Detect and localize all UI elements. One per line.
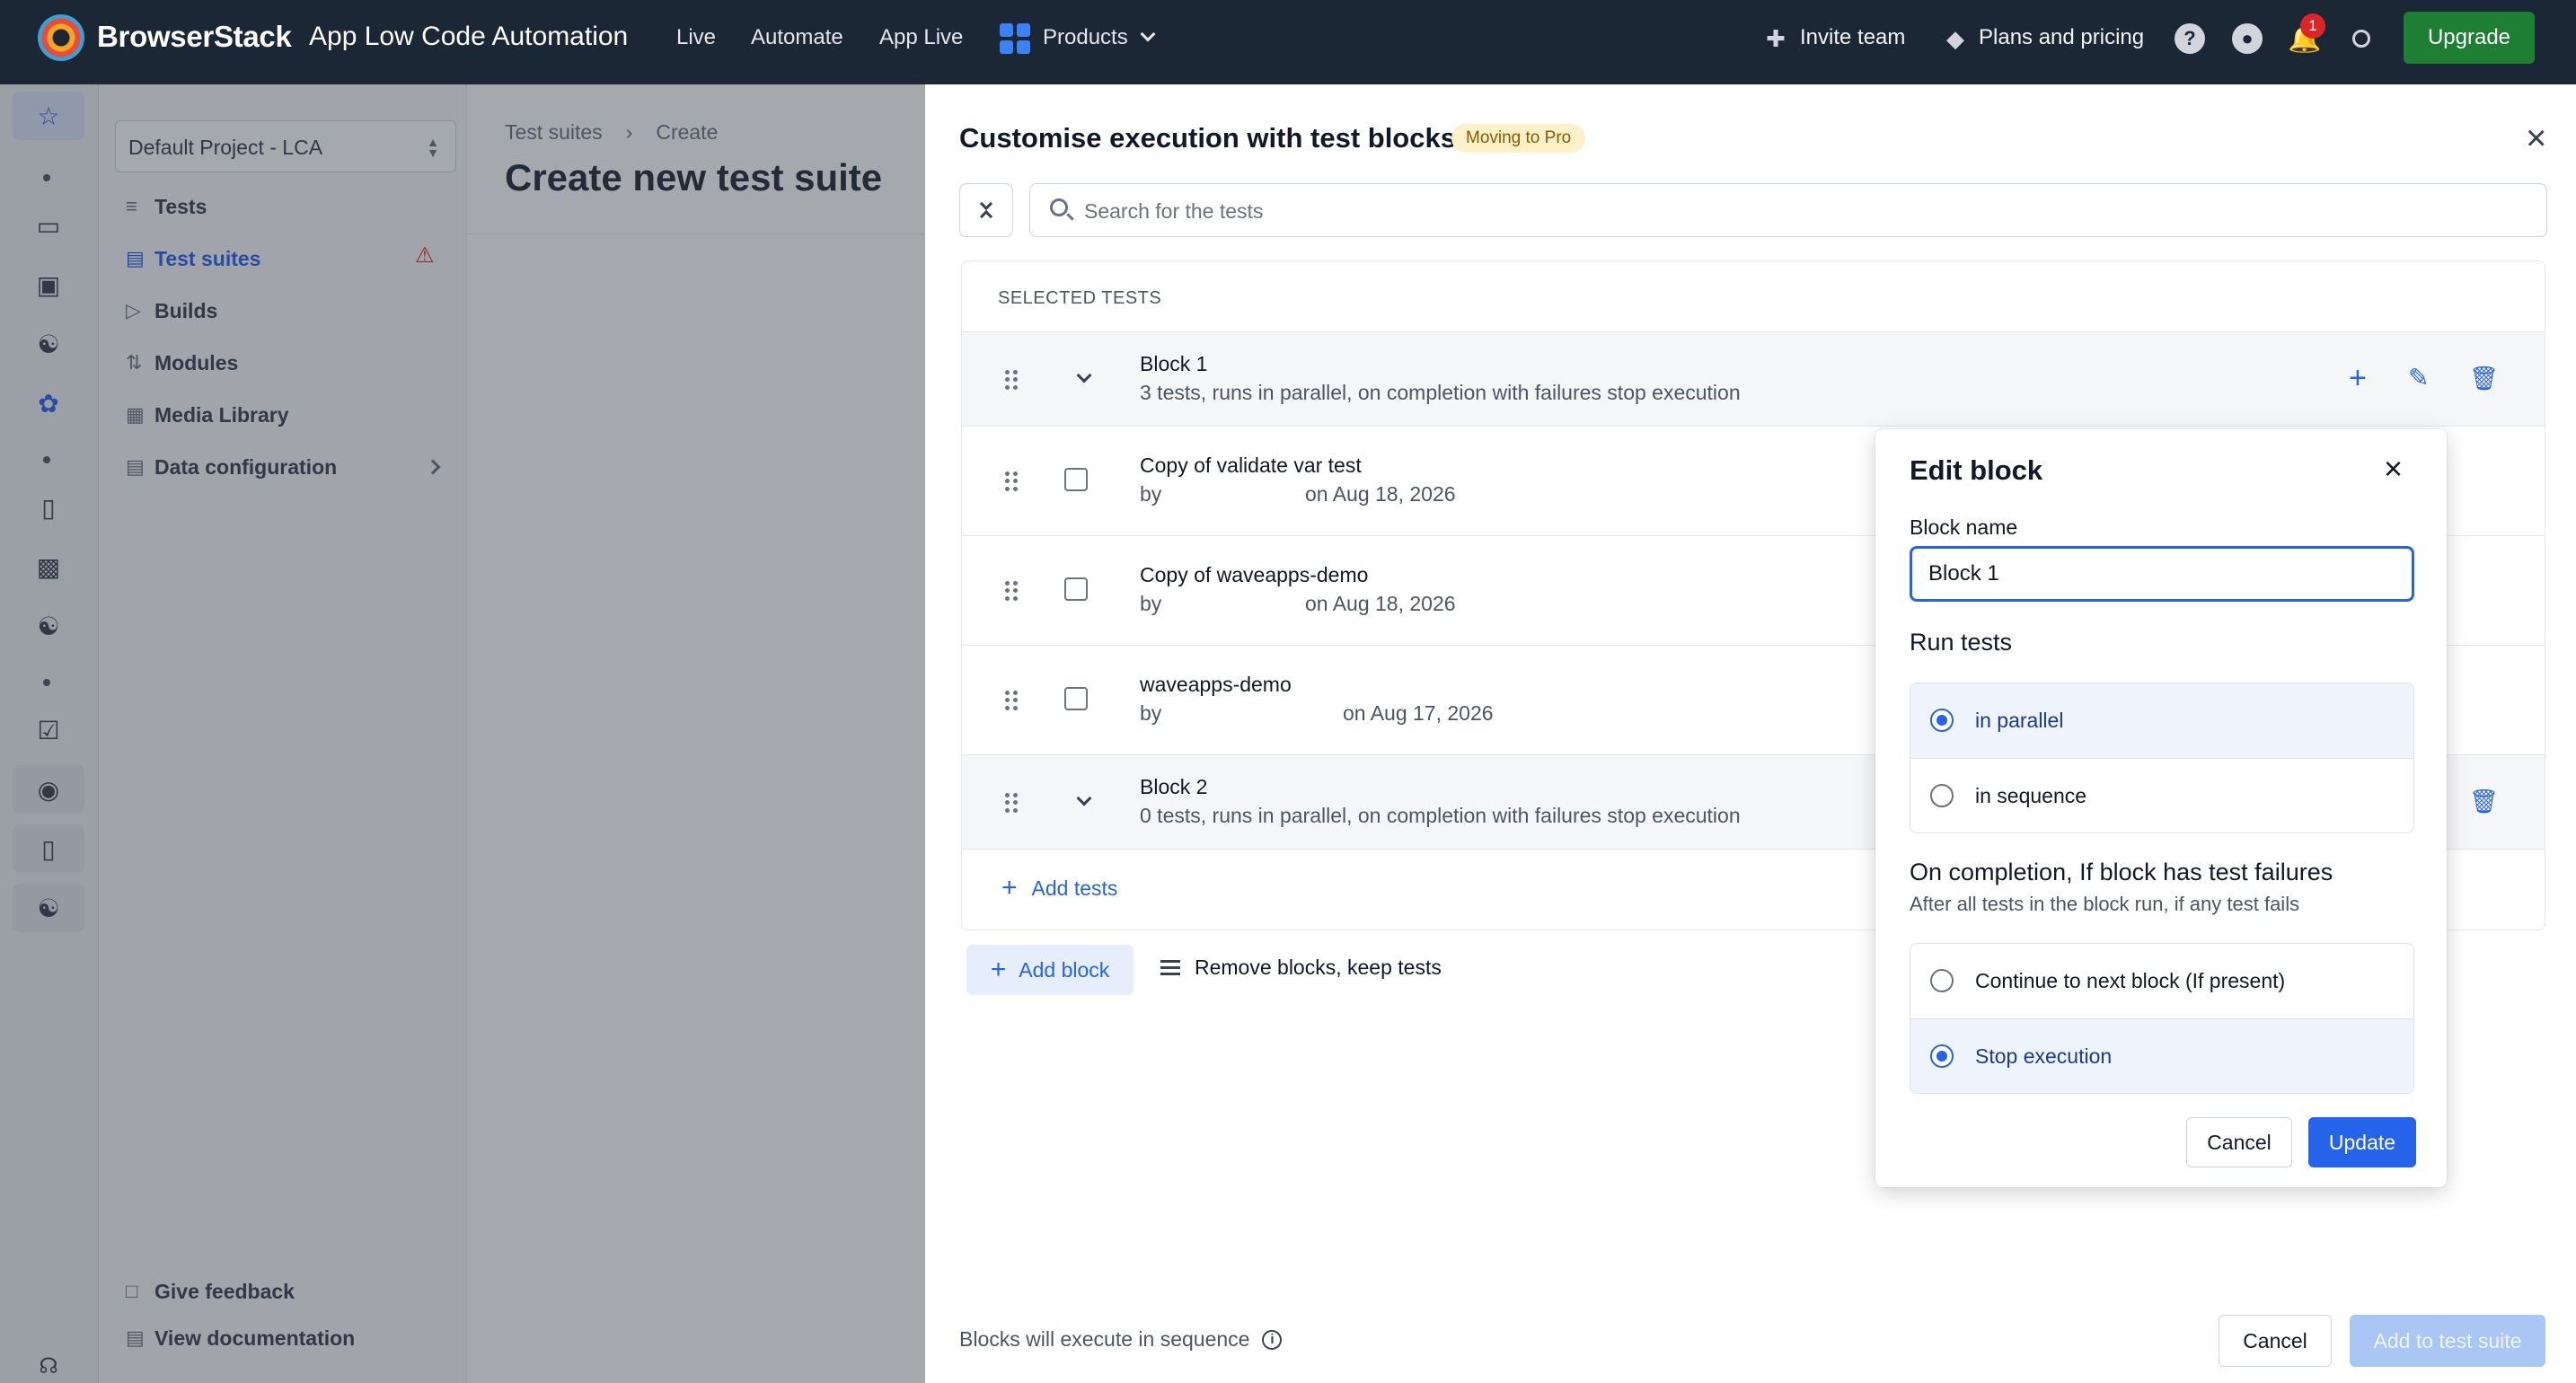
chevron-down-icon[interactable] [1140, 26, 1156, 42]
invite-team-link[interactable]: Invite team [1800, 25, 1905, 50]
nav-live[interactable]: Live [676, 25, 716, 50]
block-name-input[interactable] [1910, 546, 2414, 602]
test-author: by [1140, 482, 1162, 506]
radio-selected-icon [1930, 709, 1954, 732]
radio-in-parallel[interactable]: in parallel [1910, 683, 2413, 758]
radio-unselected-icon [1930, 784, 1954, 807]
collapse-chevron-icon [979, 209, 993, 224]
block-title: Block 1 [1140, 352, 1208, 375]
run-tests-radio-group: in parallel in sequence [1910, 683, 2414, 833]
test-checkbox[interactable] [1064, 577, 1088, 601]
chevron-down-icon[interactable] [1076, 790, 1092, 806]
test-author: by [1140, 592, 1162, 615]
help-icon[interactable]: ? [2175, 23, 2205, 54]
edit-block-popover: Edit block × Block name Run tests in par… [1875, 429, 2447, 1187]
radio-stop-execution[interactable]: Stop execution [1910, 1018, 2413, 1093]
search-field[interactable] [1029, 183, 2547, 237]
modal-overlay[interactable] [0, 84, 925, 1383]
moving-to-pro-badge: Moving to Pro [1451, 124, 1586, 153]
add-block-label: Add block [1019, 957, 1110, 982]
collapse-all-button[interactable] [959, 183, 1013, 237]
radio-in-sequence[interactable]: in sequence [1910, 758, 2413, 832]
drag-handle-icon[interactable] [1005, 471, 1018, 491]
drag-handle-icon[interactable] [1005, 691, 1018, 710]
footer-note-text: Blocks will execute in sequence [959, 1327, 1250, 1351]
nav-automate[interactable]: Automate [751, 25, 843, 50]
test-name: waveapps-demo [1140, 673, 1292, 696]
plans-pricing-link[interactable]: Plans and pricing [1979, 25, 2144, 50]
footer-note: Blocks will execute in sequence i [959, 1327, 1283, 1352]
top-navigation: BrowserStack App Low Code Automation Liv… [0, 0, 2576, 84]
tag-icon[interactable]: ◆ [1940, 23, 1971, 54]
account-icon[interactable]: ● [2232, 23, 2263, 54]
close-icon[interactable]: × [2526, 120, 2546, 156]
plus-icon: + [990, 955, 1007, 984]
remove-blocks-button[interactable]: Remove blocks, keep tests [1160, 956, 1442, 980]
test-name: Copy of validate var test [1140, 454, 1362, 477]
radio-label: Stop execution [1975, 1044, 2113, 1068]
block-subtitle: 3 tests, runs in parallel, on completion… [1140, 381, 1741, 404]
radio-label: in sequence [1975, 783, 2087, 807]
invite-user-icon[interactable]: ✚ [1760, 23, 1791, 54]
search-icon [1050, 198, 1068, 216]
completion-radio-group: Continue to next block (If present) Stop… [1910, 943, 2414, 1094]
close-icon[interactable]: × [2384, 453, 2403, 485]
test-checkbox[interactable] [1064, 687, 1088, 710]
brand-name[interactable]: BrowserStack [97, 20, 292, 54]
test-checkbox[interactable] [1064, 468, 1088, 491]
cancel-button[interactable]: Cancel [2186, 1117, 2292, 1167]
radio-selected-icon [1930, 1044, 1954, 1068]
add-test-to-block-icon[interactable]: + [2349, 363, 2367, 393]
test-name: Copy of waveapps-demo [1140, 563, 1369, 586]
product-name: App Low Code Automation [309, 22, 629, 51]
search-icon[interactable] [2346, 23, 2377, 54]
add-block-button[interactable]: + Add block [966, 945, 1134, 995]
update-button[interactable]: Update [2308, 1117, 2416, 1167]
radio-unselected-icon [1930, 969, 1954, 992]
run-tests-label: Run tests [1910, 629, 2013, 656]
selected-tests-label: SELECTED TESTS [998, 288, 1162, 308]
products-grid-icon[interactable] [1000, 23, 1030, 54]
completion-description: After all tests in the block run, if any… [1910, 893, 2300, 915]
radio-label: Continue to next block (If present) [1975, 969, 2286, 992]
radio-continue-next-block[interactable]: Continue to next block (If present) [1910, 944, 2413, 1018]
edit-pencil-icon[interactable]: ✎ [2408, 363, 2429, 393]
drag-handle-icon[interactable] [1005, 793, 1018, 813]
cancel-button[interactable]: Cancel [2219, 1315, 2332, 1367]
delete-trash-icon[interactable]: 🗑 [2469, 363, 2499, 393]
info-icon[interactable]: i [1262, 1329, 1283, 1350]
test-author: by [1140, 701, 1162, 725]
remove-blocks-label: Remove blocks, keep tests [1195, 956, 1442, 979]
block-name-label: Block name [1910, 515, 2018, 539]
notification-badge: 1 [2300, 13, 2325, 39]
delete-trash-icon[interactable]: 🗑 [2469, 786, 2499, 816]
radio-label: in parallel [1975, 709, 2064, 732]
list-icon [1160, 960, 1180, 975]
block-row[interactable]: Block 1 3 tests, runs in parallel, on co… [962, 331, 2545, 426]
completion-label: On completion, If block has test failure… [1910, 859, 2333, 885]
drag-handle-icon[interactable] [1005, 581, 1018, 601]
drawer-title: Customise execution with test blocks [959, 122, 1456, 154]
collapse-chevron-icon [979, 197, 993, 211]
add-to-test-suite-button[interactable]: Add to test suite [2350, 1315, 2545, 1367]
block-subtitle: 0 tests, runs in parallel, on completion… [1140, 804, 1741, 827]
browserstack-logo-icon[interactable] [38, 14, 84, 61]
test-date: on Aug 18, 2026 [1305, 592, 1456, 615]
nav-app-live[interactable]: App Live [879, 25, 963, 50]
nav-products[interactable]: Products [1043, 25, 1128, 50]
search-input[interactable] [1084, 197, 2521, 225]
add-tests-label: Add tests [1031, 876, 1118, 900]
test-date: on Aug 18, 2026 [1305, 482, 1456, 506]
upgrade-button[interactable]: Upgrade [2404, 12, 2535, 64]
drag-handle-icon[interactable] [1005, 370, 1018, 390]
edit-block-title: Edit block [1910, 454, 2043, 486]
block-title: Block 2 [1140, 775, 1208, 798]
plus-icon: + [1001, 873, 1018, 903]
add-tests-link[interactable]: + Add tests [1001, 873, 1117, 903]
chevron-down-icon[interactable] [1076, 367, 1092, 383]
test-date: on Aug 17, 2026 [1343, 701, 1494, 725]
